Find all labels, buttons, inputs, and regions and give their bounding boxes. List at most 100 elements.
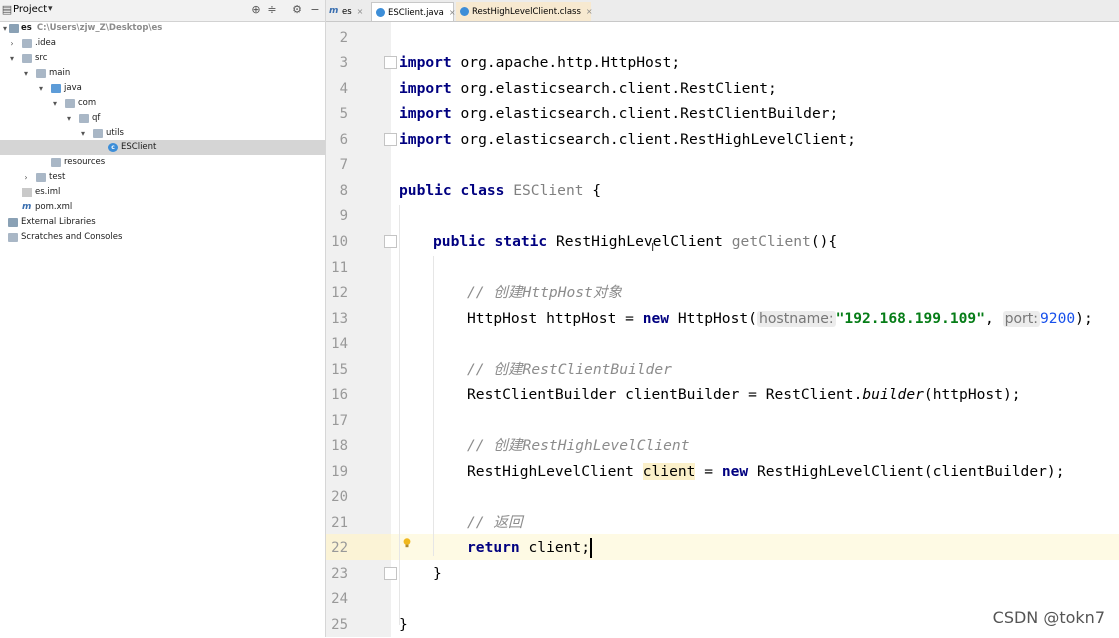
- chevron-down-icon[interactable]: ▾: [78, 126, 88, 141]
- tree-item-es[interactable]: ▾ es C:\Users\zjw_Z\Desktop\es: [0, 21, 325, 36]
- line-number: 5: [339, 106, 348, 122]
- tree-item-scratches[interactable]: Scratches and Consoles: [0, 230, 325, 245]
- close-icon[interactable]: ×: [357, 7, 364, 16]
- chevron-down-icon[interactable]: ▾: [48, 4, 53, 14]
- line-number: 6: [339, 132, 348, 148]
- folder-icon: [36, 69, 46, 78]
- tab-label: ESClient.java: [388, 8, 444, 18]
- java-class-icon: [376, 8, 385, 17]
- tree-item-com[interactable]: ▾ com: [0, 96, 325, 111]
- code-line-22: return client;: [467, 539, 591, 556]
- folder-icon: [22, 39, 32, 48]
- source-folder-icon: [51, 84, 61, 93]
- tree-item-main[interactable]: ▾ main: [0, 66, 325, 81]
- module-folder-icon: [9, 24, 19, 33]
- code-line-6: import org.elasticsearch.client.RestHigh…: [399, 131, 856, 148]
- tree-label: ESClient: [121, 142, 157, 152]
- chevron-right-icon[interactable]: ›: [7, 36, 17, 51]
- folder-icon: [36, 173, 46, 182]
- code-line-10: public static RestHighLevelClient getCli…: [433, 233, 838, 250]
- fold-marker-icon[interactable]: [384, 235, 397, 248]
- editor-tab-bar: m es × ESClient.java × RestHighLevelClient…: [326, 0, 1119, 22]
- fold-marker-icon[interactable]: [384, 133, 397, 146]
- tree-label: main: [49, 68, 71, 78]
- line-number: 21: [331, 515, 348, 531]
- scratches-icon: [8, 233, 18, 242]
- code-line-12: // 创建HttpHost对象: [467, 284, 623, 301]
- code-line-21: // 返回: [467, 514, 523, 531]
- tree-label: es.iml: [35, 187, 61, 197]
- minimize-icon[interactable]: −: [308, 3, 322, 17]
- chevron-down-icon[interactable]: ▾: [50, 96, 60, 111]
- java-class-icon: c: [108, 143, 118, 152]
- tab-resthighlevelclient-class[interactable]: RestHighLevelClient.class ×: [456, 2, 593, 21]
- line-number: 4: [339, 81, 348, 97]
- chevron-down-icon[interactable]: ▾: [36, 81, 46, 96]
- tree-label: Scratches and Consoles: [21, 232, 123, 242]
- locate-icon[interactable]: ⊕: [249, 3, 263, 17]
- code-line-3: import org.apache.http.HttpHost;: [399, 54, 681, 71]
- tree-item-idea[interactable]: › .idea: [0, 36, 325, 51]
- line-number: 8: [339, 183, 348, 199]
- java-class-icon: [460, 7, 469, 16]
- fold-marker-icon[interactable]: [384, 567, 397, 580]
- watermark: CSDN @tokn7: [992, 608, 1105, 627]
- code-line-15: // 创建RestClientBuilder: [467, 361, 672, 378]
- tree-item-external-libraries[interactable]: External Libraries: [0, 215, 325, 230]
- tab-es[interactable]: m es ×: [326, 2, 370, 21]
- code-line-18: // 创建RestHighLevelClient: [467, 437, 690, 454]
- line-number: 19: [331, 464, 348, 480]
- chevron-down-icon[interactable]: ▾: [7, 51, 17, 66]
- resources-folder-icon: [51, 158, 61, 167]
- chevron-right-icon[interactable]: ›: [21, 170, 31, 185]
- line-number: 24: [331, 591, 348, 607]
- tree-item-src[interactable]: ▾ src: [0, 51, 325, 66]
- close-icon[interactable]: ×: [449, 8, 456, 17]
- tab-esclient-java[interactable]: ESClient.java ×: [371, 2, 456, 21]
- line-number: 23: [331, 566, 348, 582]
- lightbulb-icon[interactable]: [403, 538, 411, 548]
- mouse-ibeam-icon: I: [651, 241, 655, 254]
- tree-item-utils[interactable]: ▾ utils: [0, 126, 325, 141]
- maven-file-icon: m: [22, 202, 32, 212]
- package-icon: [79, 114, 89, 123]
- project-panel-title[interactable]: Project: [13, 4, 47, 15]
- line-number: 22: [331, 540, 348, 556]
- tree-label: qf: [92, 113, 101, 123]
- line-number: 12: [331, 285, 348, 301]
- line-number: 10: [331, 234, 348, 250]
- tree-item-pom[interactable]: m pom.xml: [0, 200, 325, 215]
- tree-item-resources[interactable]: resources: [0, 155, 325, 170]
- indent-guide: [433, 256, 434, 556]
- tree-item-esclient[interactable]: c ESClient: [0, 140, 325, 155]
- tree-item-qf[interactable]: ▾ qf: [0, 111, 325, 126]
- code-line-23: }: [433, 565, 442, 582]
- tree-label: utils: [106, 128, 124, 138]
- gear-icon[interactable]: ⚙: [290, 3, 304, 17]
- fold-marker-icon[interactable]: [384, 56, 397, 69]
- line-number: 11: [331, 260, 348, 276]
- indent-guide: [399, 205, 400, 625]
- libraries-icon: [8, 218, 18, 227]
- code-line-16: RestClientBuilder clientBuilder = RestCl…: [467, 386, 1021, 403]
- line-number: 9: [339, 208, 348, 224]
- tree-item-java[interactable]: ▾ java: [0, 81, 325, 96]
- iml-file-icon: [22, 188, 32, 197]
- tree-item-es-iml[interactable]: es.iml: [0, 185, 325, 200]
- folder-icon: [22, 54, 32, 63]
- code-line-19: RestHighLevelClient client = new RestHig…: [467, 463, 1065, 480]
- line-number: 7: [339, 157, 348, 173]
- chevron-down-icon[interactable]: ▾: [64, 111, 74, 126]
- line-number: 25: [331, 617, 348, 633]
- code-line-4: import org.elasticsearch.client.RestClie…: [399, 80, 777, 97]
- project-panel-header: ▤ Project ▾ ⊕ ≑ ⚙ −: [0, 0, 325, 22]
- collapse-all-icon[interactable]: ≑: [265, 3, 279, 17]
- tree-label: resources: [64, 157, 106, 167]
- chevron-down-icon[interactable]: ▾: [21, 66, 31, 81]
- tree-item-test[interactable]: › test: [0, 170, 325, 185]
- code-line-8: public class ESClient {: [399, 182, 602, 199]
- close-icon[interactable]: ×: [586, 7, 593, 16]
- tree-label: java: [64, 83, 82, 93]
- tab-label: es: [342, 7, 352, 17]
- tree-label: com: [78, 98, 97, 108]
